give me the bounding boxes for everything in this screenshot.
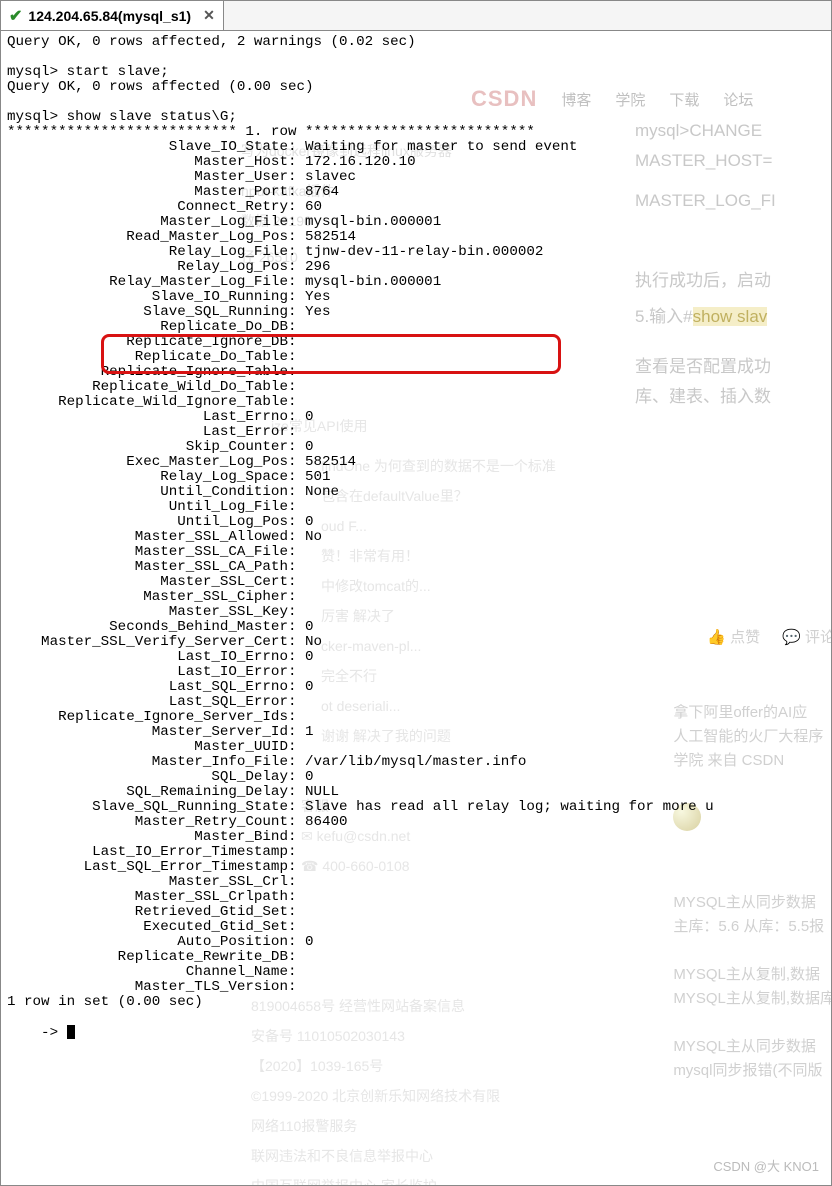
cursor [67, 1025, 75, 1039]
terminal-output[interactable]: Query OK, 0 rows affected, 2 warnings (0… [1, 31, 831, 1185]
active-tab[interactable]: ✔ 124.204.65.84(mysql_s1) ✕ [1, 1, 224, 30]
watermark: CSDN @大 KNO1 [713, 1156, 819, 1175]
close-icon[interactable]: ✕ [203, 7, 215, 24]
tab-title: 124.204.65.84(mysql_s1) [28, 8, 191, 24]
check-icon: ✔ [9, 6, 22, 26]
tab-bar: ✔ 124.204.65.84(mysql_s1) ✕ [1, 1, 831, 31]
